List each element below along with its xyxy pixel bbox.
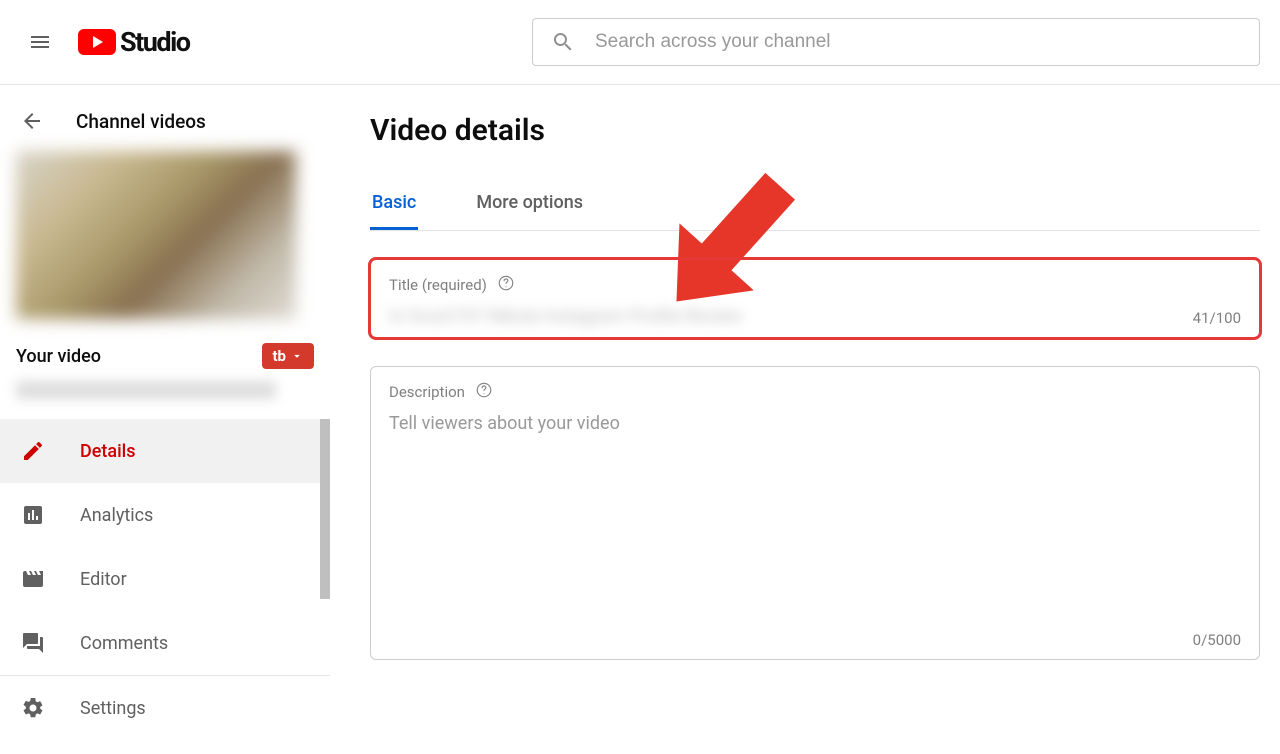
- title-input[interactable]: Is Good Fit? Nikola Instagram Profile Re…: [389, 306, 1241, 327]
- search-icon: [551, 30, 575, 54]
- sidebar-item-settings[interactable]: Settings: [0, 676, 330, 740]
- description-char-count: 0/5000: [1193, 631, 1241, 649]
- sidebar-item-comments[interactable]: Comments: [0, 611, 330, 675]
- search-input[interactable]: [595, 31, 1241, 53]
- page-title: Video details: [370, 113, 1260, 148]
- nav-label: Analytics: [80, 505, 153, 526]
- video-thumbnail-area: [0, 151, 330, 331]
- tab-basic[interactable]: Basic: [370, 178, 418, 230]
- help-icon[interactable]: [497, 274, 515, 296]
- hamburger-icon: [28, 30, 52, 54]
- chevron-down-icon: [290, 349, 304, 363]
- app-header: Studio: [0, 0, 1280, 85]
- logo-text: Studio: [120, 26, 189, 58]
- description-label: Description: [389, 383, 465, 401]
- sidebar-item-analytics[interactable]: Analytics: [0, 483, 330, 547]
- editor-icon: [20, 566, 46, 592]
- sidebar-item-editor[interactable]: Editor: [0, 547, 330, 611]
- nav-label: Editor: [80, 569, 127, 590]
- pencil-icon: [20, 438, 46, 464]
- search-box[interactable]: [532, 18, 1260, 66]
- your-video-row: Your video tb: [0, 331, 330, 375]
- description-input[interactable]: Tell viewers about your video: [389, 413, 1241, 434]
- back-row[interactable]: Channel videos: [0, 85, 330, 151]
- back-label: Channel videos: [76, 110, 206, 133]
- menu-button[interactable]: [20, 22, 60, 62]
- your-video-label: Your video: [16, 346, 101, 367]
- nav-label: Details: [80, 441, 136, 462]
- tubebuddy-badge[interactable]: tb: [262, 343, 314, 369]
- analytics-icon: [20, 502, 46, 528]
- title-label: Title (required): [389, 276, 487, 294]
- studio-logo[interactable]: Studio: [78, 26, 189, 58]
- sidebar-item-details[interactable]: Details: [0, 419, 330, 483]
- title-char-count: 41/100: [1193, 309, 1241, 327]
- back-arrow-icon[interactable]: [20, 109, 44, 133]
- nav-label: Comments: [80, 633, 168, 654]
- content-area: Video details Basic More options Title (…: [330, 85, 1280, 754]
- title-field[interactable]: Title (required) Is Good Fit? Nikola Ins…: [370, 259, 1260, 338]
- sidebar: Channel videos Your video tb Details Ana…: [0, 85, 330, 754]
- tab-more-options[interactable]: More options: [474, 178, 585, 230]
- youtube-play-icon: [78, 29, 116, 55]
- comments-icon: [20, 630, 46, 656]
- sidebar-nav: Details Analytics Editor Comments Settin…: [0, 419, 330, 740]
- description-field[interactable]: Description Tell viewers about your vide…: [370, 366, 1260, 660]
- gear-icon: [20, 695, 46, 721]
- video-thumbnail[interactable]: [16, 151, 296, 319]
- help-icon[interactable]: [475, 381, 493, 403]
- scrollbar[interactable]: [320, 419, 330, 599]
- nav-label: Settings: [80, 698, 146, 719]
- tabs: Basic More options: [370, 178, 1260, 231]
- video-title-preview: [16, 381, 276, 399]
